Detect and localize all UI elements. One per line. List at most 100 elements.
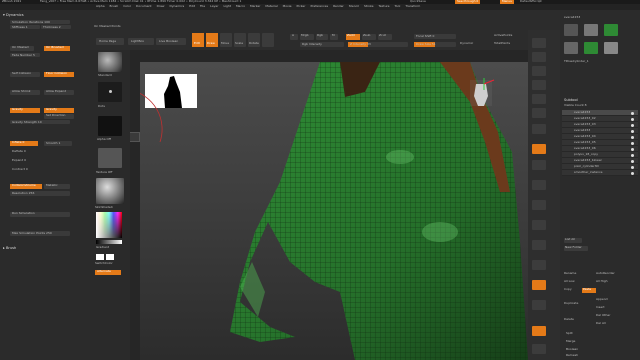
eye-icon[interactable]	[631, 129, 634, 133]
on-masked-button[interactable]: On Masked	[10, 45, 34, 51]
expand-slider[interactable]: Expand 0	[12, 158, 26, 163]
line-fill-button[interactable]	[532, 280, 546, 290]
menu-item-stroke[interactable]: Stroke	[364, 4, 374, 8]
eye-icon[interactable]	[631, 147, 634, 151]
menu-item-preferences[interactable]: Preferences	[310, 4, 328, 8]
menu-item-brush[interactable]: Brush	[110, 4, 119, 8]
secondary-color-swatch[interactable]	[106, 254, 114, 260]
scroll-button[interactable]	[532, 66, 546, 76]
draw-mode-button[interactable]: Draw	[206, 33, 218, 47]
m-button[interactable]: M	[330, 33, 338, 40]
actual-button[interactable]	[532, 94, 546, 104]
menu-item-layer[interactable]: Layer	[210, 4, 218, 8]
spix-button[interactable]	[532, 52, 546, 62]
menu-item-edit[interactable]: Edit	[189, 4, 195, 8]
menu-item-material[interactable]: Material	[265, 4, 277, 8]
mrgb-button[interactable]: Mrgb	[300, 33, 314, 40]
dynamic-persp-button[interactable]	[532, 124, 546, 134]
eye-icon[interactable]	[631, 141, 634, 145]
local-button[interactable]	[532, 180, 546, 190]
dynamic-button[interactable]: Dynamic	[460, 41, 473, 46]
texture-thumb[interactable]	[98, 148, 122, 168]
menu-item-document[interactable]: Document	[136, 4, 152, 8]
switch-color-button[interactable]: SwitchColor	[95, 261, 113, 266]
menu-item-macro[interactable]: Macro	[236, 4, 245, 8]
tool-thumb-character[interactable]	[604, 24, 618, 36]
canvas-viewport[interactable]	[129, 62, 528, 360]
xpose-button[interactable]	[532, 344, 546, 354]
z-intensity-slider[interactable]: Z Intensity 33	[348, 42, 408, 47]
focal-shift-slider[interactable]: Focal Shift 0	[414, 34, 456, 39]
material-thumb[interactable]	[96, 178, 124, 204]
color-picker[interactable]	[96, 212, 122, 238]
deflate-slider[interactable]: Deflate 0	[12, 149, 26, 154]
list-all-button[interactable]: List All	[564, 237, 582, 243]
dots-stroke-thumb[interactable]	[98, 82, 122, 102]
home-page-button[interactable]: Home Page	[96, 38, 124, 45]
tool-thumb-eyes[interactable]	[604, 42, 618, 54]
paste-button[interactable]: Paste	[582, 287, 596, 293]
eye-icon[interactable]	[631, 111, 634, 115]
tool-thumb-character-2[interactable]	[584, 42, 598, 54]
all-low-button[interactable]: All Low	[564, 279, 575, 284]
menu-item-stencil[interactable]: Stencil	[349, 4, 359, 8]
menu-item-dynamics[interactable]: Dynamics	[169, 4, 184, 8]
a-button[interactable]: A	[290, 33, 298, 40]
zadd-button[interactable]: Zadd	[346, 33, 360, 40]
subtool-row[interactable]: smoother_instance	[562, 170, 638, 176]
rgb-intensity-slider[interactable]: Rgb Intensity	[300, 42, 344, 47]
gradient-bar[interactable]	[96, 240, 122, 244]
bpr-button[interactable]	[532, 38, 546, 48]
transp-button[interactable]	[532, 300, 546, 310]
run-simulation-button[interactable]: Run Simulation	[10, 211, 70, 217]
on-brushed-button[interactable]: On Brushed	[44, 45, 70, 51]
auto-reorder-button[interactable]: AutoReorder	[596, 271, 615, 276]
menu-item-transform[interactable]: Transform	[405, 4, 420, 8]
self-collision-button[interactable]: Self Collision	[10, 71, 40, 77]
merge-button[interactable]: Merge	[566, 339, 575, 344]
metallic-button[interactable]: Metallic	[44, 183, 70, 189]
smooth-slider[interactable]: Smooth 1	[44, 141, 72, 146]
copy-button[interactable]: Copy	[564, 287, 572, 292]
allow-shrink-button[interactable]: Allow Shrink	[10, 89, 40, 95]
zoom3d-button[interactable]	[532, 240, 546, 250]
alternate-button[interactable]: Alternate	[95, 269, 121, 275]
rotate-mode-button[interactable]: Rotate	[248, 33, 260, 47]
inflate-slider[interactable]: Inflate 0	[10, 140, 38, 146]
menu-item-marker[interactable]: Marker	[250, 4, 260, 8]
thickness-slider[interactable]: Thickness 2	[41, 25, 71, 29]
menu-item-tool[interactable]: Tool	[394, 4, 400, 8]
del-all-button[interactable]: Del All	[596, 321, 606, 326]
eye-icon[interactable]	[631, 135, 634, 139]
draw-size-slider[interactable]: Draw Size 51	[414, 42, 456, 47]
rgb-button[interactable]: Rgb	[316, 33, 328, 40]
brush-section-header[interactable]: ▸ Brush	[3, 246, 16, 250]
menu-item-picker[interactable]: Picker	[297, 4, 306, 8]
menu-item-color[interactable]: Color	[123, 4, 131, 8]
menu-item-texture[interactable]: Texture	[379, 4, 390, 8]
resolution-slider[interactable]: Resolution 256	[10, 191, 70, 196]
eye-icon[interactable]	[631, 123, 634, 127]
fade-slider[interactable]: Fade Number 5	[10, 53, 40, 57]
transform-icon[interactable]	[262, 33, 274, 47]
collision-volume-button[interactable]: CollisionVolume	[10, 183, 42, 189]
eye-icon[interactable]	[631, 153, 634, 157]
live-boolean-button[interactable]: Live Boolean	[156, 38, 186, 45]
eye-icon[interactable]	[631, 159, 634, 163]
tool-thumb-polymesh[interactable]	[584, 24, 598, 36]
visible-count[interactable]: Visible Count 8	[564, 103, 587, 108]
alpha-thumb[interactable]	[98, 116, 122, 136]
floor-collision-button[interactable]: Floor Collision	[44, 71, 74, 77]
solo-button[interactable]	[532, 326, 546, 336]
all-high-button[interactable]: All High	[596, 279, 608, 284]
gravity-toggle[interactable]: Gravity	[10, 107, 40, 113]
menu-item-light[interactable]: Light	[223, 4, 231, 8]
main-color-swatch[interactable]	[96, 254, 104, 260]
menu-item-file[interactable]: File	[200, 4, 205, 8]
eye-icon[interactable]	[631, 171, 634, 175]
contract-slider[interactable]: Contract 0	[12, 167, 28, 172]
zcut-button[interactable]: Zcut	[378, 33, 392, 40]
aahalf-button[interactable]	[532, 108, 546, 118]
menu-item-render[interactable]: Render	[333, 4, 344, 8]
simulation-iterations-slider[interactable]: Simulation Iterations 100	[10, 20, 70, 24]
